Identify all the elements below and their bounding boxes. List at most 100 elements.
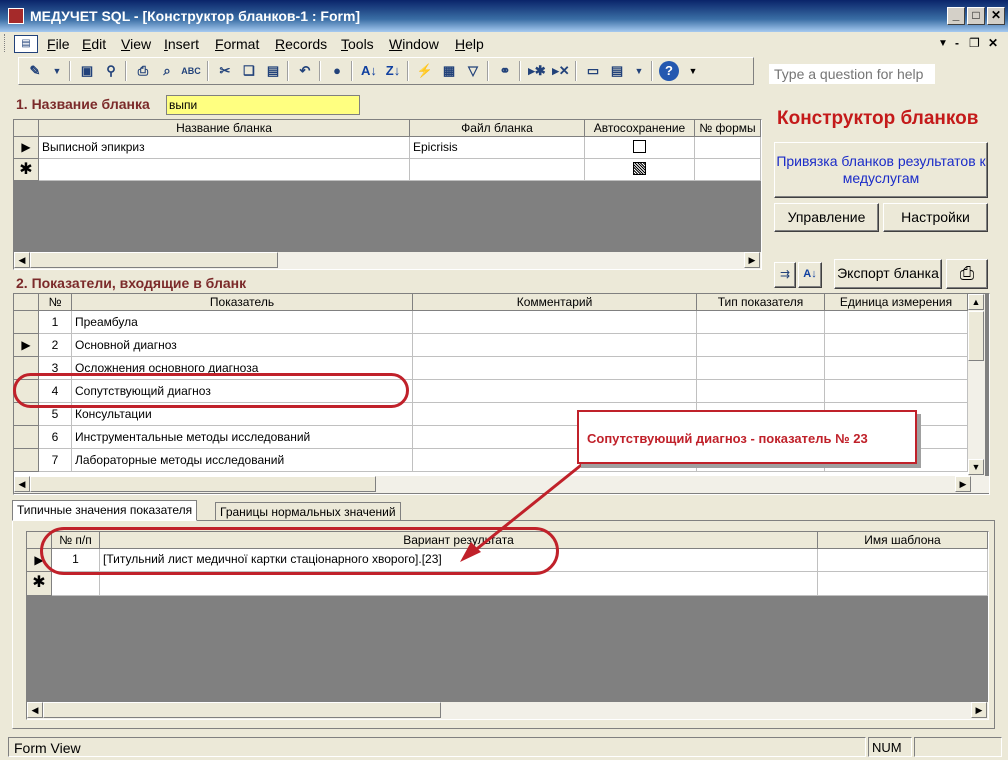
doc-close-button[interactable]: ✕	[988, 36, 998, 50]
row-selector[interactable]	[14, 311, 39, 334]
col-template-name[interactable]: Имя шаблона	[818, 532, 988, 549]
scroll-right-icon[interactable]: ▶	[744, 252, 760, 268]
indicator-type-cell[interactable]	[697, 380, 825, 403]
autosave-cell[interactable]	[585, 137, 695, 159]
indicator-number-cell[interactable]: 1	[39, 311, 72, 334]
new-form-file-cell[interactable]	[410, 159, 585, 181]
design-view-icon[interactable]: ✎	[25, 61, 45, 81]
scroll-up-icon[interactable]: ▲	[968, 294, 984, 310]
save-icon[interactable]: ▣	[77, 61, 97, 81]
form-name-filter-input[interactable]	[166, 95, 360, 115]
new-record-selector[interactable]: ✱	[14, 159, 39, 181]
doc-minimize-button[interactable]: -	[955, 36, 959, 50]
col-indicator-type[interactable]: Тип показателя	[697, 294, 825, 311]
new-template-name-cell[interactable]	[818, 572, 988, 596]
menu-window[interactable]: Window	[389, 36, 439, 52]
scroll-left-icon[interactable]: ◀	[14, 476, 30, 492]
toolbar-options-icon[interactable]: ▼	[683, 61, 703, 81]
form-number-cell[interactable]	[695, 137, 761, 159]
find-icon[interactable]: ⚭	[495, 61, 515, 81]
new-result-number-cell[interactable]	[52, 572, 100, 596]
copy-icon[interactable]: ❏	[239, 61, 259, 81]
link-forms-button[interactable]: Привязка бланков результатов к медуслуга…	[774, 142, 988, 198]
tab-normal-limits[interactable]: Границы нормальных значений	[215, 502, 401, 520]
indicator-comment-cell[interactable]	[413, 311, 697, 334]
manage-button[interactable]: Управление	[774, 203, 879, 232]
col-indicator[interactable]: Показатель	[72, 294, 413, 311]
row-selector-current[interactable]: ▶	[14, 137, 39, 159]
print-preview-icon[interactable]: ⌕	[157, 61, 177, 81]
menu-tools[interactable]: Tools	[341, 36, 374, 52]
new-object-icon[interactable]: ▤	[607, 61, 627, 81]
indicator-type-cell[interactable]	[697, 334, 825, 357]
scroll-left-icon[interactable]: ◀	[27, 702, 43, 718]
row-selector[interactable]: ▶	[14, 334, 39, 357]
row-selector[interactable]	[14, 426, 39, 449]
indicator-number-cell[interactable]: 2	[39, 334, 72, 357]
print-form-icon[interactable]: ⎙	[946, 259, 988, 289]
indicator-unit-cell[interactable]	[825, 311, 968, 334]
col-autosave[interactable]: Автосохранение	[585, 120, 695, 137]
form-file-cell[interactable]: Epicrisis	[410, 137, 585, 159]
export-form-button[interactable]: Экспорт бланка	[834, 259, 942, 289]
help-icon[interactable]: ?	[659, 61, 679, 81]
new-autosave-checkbox[interactable]	[633, 162, 646, 175]
scroll-down-icon[interactable]: ▼	[968, 459, 984, 475]
indicator-name-cell[interactable]: Основной диагноз	[72, 334, 413, 357]
new-result-variant-cell[interactable]	[100, 572, 818, 596]
indicator-number-cell[interactable]: 6	[39, 426, 72, 449]
menu-help[interactable]: Help	[455, 36, 484, 52]
menu-file[interactable]: File	[47, 36, 70, 52]
close-button[interactable]: ✕	[987, 7, 1005, 25]
menu-edit[interactable]: Edit	[82, 36, 106, 52]
new-form-name-cell[interactable]	[39, 159, 410, 181]
view-dropdown-icon[interactable]: ▼	[47, 61, 67, 81]
spelling-icon[interactable]: ABC	[181, 61, 201, 81]
new-record-selector[interactable]: ✱	[27, 572, 52, 596]
indicator-number-cell[interactable]: 7	[39, 449, 72, 472]
settings-button[interactable]: Настройки	[883, 203, 988, 232]
indicator-comment-cell[interactable]	[413, 357, 697, 380]
form-icon[interactable]: ▤	[14, 35, 38, 53]
col-form-number[interactable]: № формы	[695, 120, 761, 137]
new-form-number-cell[interactable]	[695, 159, 761, 181]
indicators-vscrollbar[interactable]: ▲ ▼	[968, 294, 985, 476]
col-comment[interactable]: Комментарий	[413, 294, 697, 311]
apply-filter-icon[interactable]: ▽	[463, 61, 483, 81]
typical-values-hscrollbar[interactable]: ◀ ▶	[27, 702, 988, 719]
menu-format[interactable]: Format	[215, 36, 259, 52]
insert-column-icon[interactable]: ⇉	[774, 262, 796, 288]
filter-by-selection-icon[interactable]: ⚡	[415, 61, 435, 81]
indicators-hscrollbar[interactable]: ◀ ▶	[14, 476, 989, 493]
col-form-name[interactable]: Название бланка	[39, 120, 410, 137]
menu-records[interactable]: Records	[275, 36, 327, 52]
tab-typical-values[interactable]: Типичные значения показателя	[12, 500, 198, 521]
indicator-type-cell[interactable]	[697, 357, 825, 380]
template-name-cell[interactable]	[818, 549, 988, 572]
new-record-icon[interactable]: ▸✱	[527, 61, 547, 81]
indicator-type-cell[interactable]	[697, 311, 825, 334]
scroll-right-icon[interactable]: ▶	[971, 702, 987, 718]
filter-by-form-icon[interactable]: ▦	[439, 61, 459, 81]
indicator-name-cell[interactable]: Лабораторные методы исследований	[72, 449, 413, 472]
cut-icon[interactable]: ✂	[215, 61, 235, 81]
forms-hscroll-thumb[interactable]	[30, 252, 278, 268]
help-dropdown-icon[interactable]: ▼	[938, 38, 948, 49]
file-search-icon[interactable]: ⚲	[101, 61, 121, 81]
forms-hscrollbar[interactable]: ◀ ▶	[14, 252, 761, 269]
typical-values-hscroll-thumb[interactable]	[43, 702, 441, 718]
form-name-cell[interactable]: Выписной эпикриз	[39, 137, 410, 159]
menu-view[interactable]: View	[121, 36, 151, 52]
indicator-unit-cell[interactable]	[825, 380, 968, 403]
indicator-name-cell[interactable]: Преамбула	[72, 311, 413, 334]
indicator-unit-cell[interactable]	[825, 334, 968, 357]
undo-icon[interactable]: ↶	[295, 61, 315, 81]
sort-az-icon[interactable]: A↓	[798, 262, 822, 288]
menu-insert[interactable]: Insert	[164, 36, 199, 52]
sort-descending-icon[interactable]: Z↓	[383, 61, 403, 81]
col-num[interactable]: №	[39, 294, 72, 311]
minimize-button[interactable]: _	[947, 7, 965, 25]
maximize-button[interactable]: □	[967, 7, 985, 25]
col-unit[interactable]: Единица измерения	[825, 294, 968, 311]
indicator-comment-cell[interactable]	[413, 334, 697, 357]
